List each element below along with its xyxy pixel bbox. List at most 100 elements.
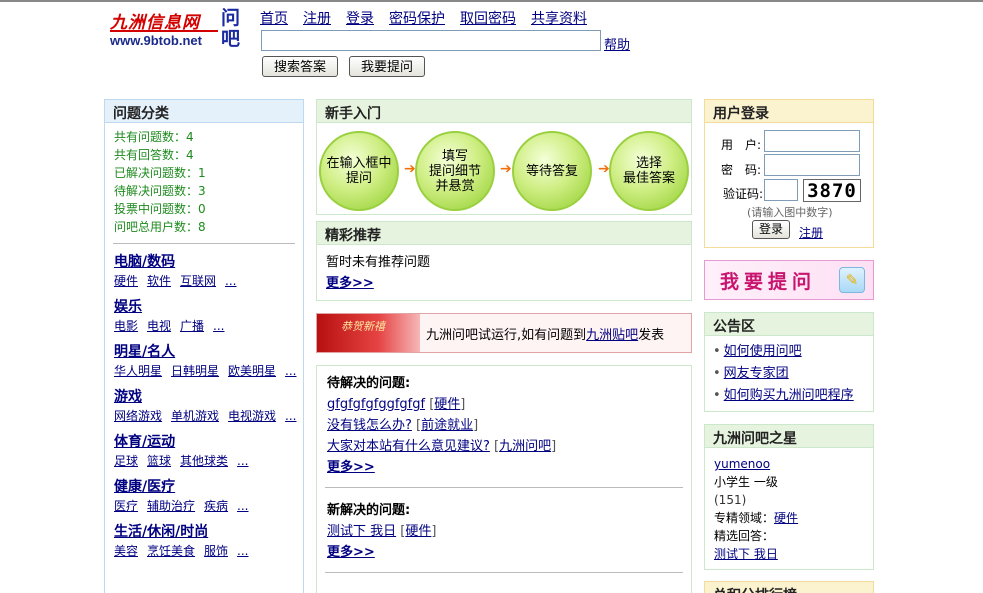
star-best-link[interactable]: 测试下 我日 bbox=[714, 547, 778, 561]
category-link[interactable]: 软件 bbox=[147, 274, 171, 288]
question-tag-link[interactable]: 硬件 bbox=[434, 397, 460, 412]
category-title[interactable]: 明星/名人 bbox=[114, 343, 294, 361]
category-link[interactable]: 日韩明星 bbox=[171, 364, 219, 378]
step-2-bubble: 填写 提问细节 并悬赏 bbox=[415, 131, 495, 211]
category-link[interactable]: 美容 bbox=[114, 544, 138, 558]
nav-shared-files[interactable]: 共享资料 bbox=[531, 8, 587, 28]
questions-divider bbox=[325, 572, 683, 573]
category-panel: 问题分类 共有问题数：4 共有回答数：4 已解决问题数：1 待解决问题数：3 投… bbox=[104, 99, 304, 593]
site-logo[interactable]: 九洲信息网 www.9btob.net 问吧 bbox=[108, 8, 244, 52]
arrow-right-icon: ➔ bbox=[598, 161, 610, 177]
bullet-icon: • bbox=[713, 344, 721, 359]
question-row: 测试下 我日 [硬件] bbox=[327, 524, 437, 539]
nav-home[interactable]: 首页 bbox=[260, 8, 288, 28]
category-title[interactable]: 娱乐 bbox=[114, 298, 294, 316]
category-link[interactable]: 服饰 bbox=[204, 544, 228, 558]
category-link[interactable]: 医疗 bbox=[114, 499, 138, 513]
username-input[interactable] bbox=[764, 130, 860, 152]
category-celebrity: 明星/名人 华人明星 日韩明星 欧美明星... bbox=[105, 343, 303, 379]
step-1-bubble: 在输入框中 提问 bbox=[319, 131, 399, 211]
category-link[interactable]: 单机游戏 bbox=[171, 409, 219, 423]
category-title[interactable]: 健康/医疗 bbox=[114, 478, 294, 496]
category-more-link[interactable]: ... bbox=[285, 409, 296, 423]
username-label: 用 户: bbox=[721, 138, 762, 152]
captcha-input[interactable] bbox=[764, 179, 798, 201]
login-button[interactable]: 登录 bbox=[752, 220, 791, 239]
category-link[interactable]: 欧美明星 bbox=[228, 364, 276, 378]
login-panel: 用户登录 用 户: 密 码: 验证码: 3870 (请输入图中数字) 登录 注册 bbox=[704, 99, 874, 248]
question-tag-link[interactable]: 硬件 bbox=[405, 524, 431, 539]
category-link[interactable]: 网络游戏 bbox=[114, 409, 162, 423]
nav-register[interactable]: 注册 bbox=[303, 8, 331, 28]
ranking-panel: 总积分排行榜 bbox=[704, 581, 874, 593]
category-title[interactable]: 电脑/数码 bbox=[114, 253, 294, 271]
banner-text-before: 九洲问吧试运行,如有问题到 bbox=[426, 328, 587, 343]
notice-panel: 公告区 • 如何使用问吧 • 网友专家团 • 如何购买九洲问吧程序 bbox=[704, 312, 874, 412]
category-more-link[interactable]: ... bbox=[285, 364, 296, 378]
star-username-link[interactable]: yumenoo bbox=[714, 457, 770, 471]
category-link[interactable]: 互联网 bbox=[180, 274, 216, 288]
category-link[interactable]: 硬件 bbox=[114, 274, 138, 288]
category-link[interactable]: 电视游戏 bbox=[228, 409, 276, 423]
question-tag-link[interactable]: 九洲问吧 bbox=[499, 439, 551, 454]
nav-login[interactable]: 登录 bbox=[346, 8, 374, 28]
category-link[interactable]: 华人明星 bbox=[114, 364, 162, 378]
logo-mark: 问吧 bbox=[221, 7, 241, 50]
announcement-banner: 恭贺新禧 九洲问吧试运行,如有问题到九洲贴吧发表 bbox=[316, 313, 692, 353]
register-link[interactable]: 注册 bbox=[799, 224, 823, 241]
category-link[interactable]: 辅助治疗 bbox=[147, 499, 195, 513]
question-link[interactable]: 大家对本站有什么意见建议? bbox=[327, 439, 490, 454]
category-title[interactable]: 体育/运动 bbox=[114, 433, 294, 451]
stat-users: 问吧总用户数：8 bbox=[114, 220, 206, 234]
category-link[interactable]: 其他球类 bbox=[180, 454, 228, 468]
category-title[interactable]: 生活/休闲/时尚 bbox=[114, 523, 294, 541]
question-link[interactable]: 没有钱怎么办? bbox=[327, 418, 412, 433]
solved-questions-title: 新解决的问题: bbox=[327, 503, 411, 518]
category-link[interactable]: 广播 bbox=[180, 319, 204, 333]
notice-link[interactable]: 如何购买九洲问吧程序 bbox=[724, 388, 854, 403]
newbie-guide-panel: 新手入门 在输入框中 提问 ➔ 填写 提问细节 并悬赏 ➔ 等待答复 ➔ 选择 … bbox=[316, 99, 692, 215]
category-title[interactable]: 游戏 bbox=[114, 388, 294, 406]
category-more-link[interactable]: ... bbox=[213, 319, 224, 333]
nav-password-protect[interactable]: 密码保护 bbox=[389, 8, 445, 28]
category-link[interactable]: 疾病 bbox=[204, 499, 228, 513]
star-user-panel: 九洲问吧之星 yumenoo 小学生 一级 (151) 专精领域：硬件 精选回答… bbox=[704, 424, 874, 570]
search-input[interactable] bbox=[261, 30, 601, 51]
category-more-link[interactable]: ... bbox=[237, 499, 248, 513]
step-4-bubble: 选择 最佳答案 bbox=[609, 131, 689, 211]
pending-more-link[interactable]: 更多>> bbox=[327, 460, 375, 475]
question-tag-link[interactable]: 前途就业 bbox=[421, 418, 473, 433]
category-link[interactable]: 电影 bbox=[114, 319, 138, 333]
arrow-right-icon: ➔ bbox=[404, 161, 416, 177]
question-link[interactable]: gfgfgfgfggfgfgf bbox=[327, 397, 425, 412]
search-answers-button[interactable]: 搜索答案 bbox=[262, 56, 338, 77]
category-link[interactable]: 电视 bbox=[147, 319, 171, 333]
solved-more-link[interactable]: 更多>> bbox=[327, 545, 375, 560]
featured-more-link[interactable]: 更多>> bbox=[326, 276, 374, 291]
category-link[interactable]: 足球 bbox=[114, 454, 138, 468]
ask-question-button[interactable]: 我要提问 bbox=[349, 56, 425, 77]
category-more-link[interactable]: ... bbox=[237, 544, 248, 558]
stat-total-questions: 共有问题数：4 bbox=[114, 130, 194, 144]
star-user-title: 九洲问吧之星 bbox=[705, 425, 873, 448]
question-link[interactable]: 测试下 我日 bbox=[327, 524, 396, 539]
notice-link[interactable]: 如何使用问吧 bbox=[724, 344, 802, 359]
step-2-label: 填写 提问细节 并悬赏 bbox=[428, 148, 481, 194]
category-link[interactable]: 烹饪美食 bbox=[147, 544, 195, 558]
captcha-hint: (请输入图中数字) bbox=[747, 206, 833, 219]
category-more-link[interactable]: ... bbox=[225, 274, 236, 288]
category-entertainment: 娱乐 电影 电视 广播... bbox=[105, 298, 303, 334]
category-more-link[interactable]: ... bbox=[237, 454, 248, 468]
arrow-right-icon: ➔ bbox=[500, 161, 512, 177]
category-link[interactable]: 篮球 bbox=[147, 454, 171, 468]
ask-question-banner[interactable]: 我要提问 ✎ bbox=[704, 260, 874, 300]
star-field-link[interactable]: 硬件 bbox=[774, 511, 798, 525]
question-bubble-icon: ✎ bbox=[839, 267, 865, 293]
password-label: 密 码: bbox=[721, 163, 762, 177]
tieba-link[interactable]: 九洲贴吧 bbox=[586, 328, 638, 343]
nav-recover-password[interactable]: 取回密码 bbox=[460, 8, 516, 28]
step-3-bubble: 等待答复 bbox=[512, 131, 592, 211]
help-link[interactable]: 帮助 bbox=[604, 34, 630, 53]
password-input[interactable] bbox=[764, 154, 860, 176]
notice-link[interactable]: 网友专家团 bbox=[724, 366, 789, 381]
